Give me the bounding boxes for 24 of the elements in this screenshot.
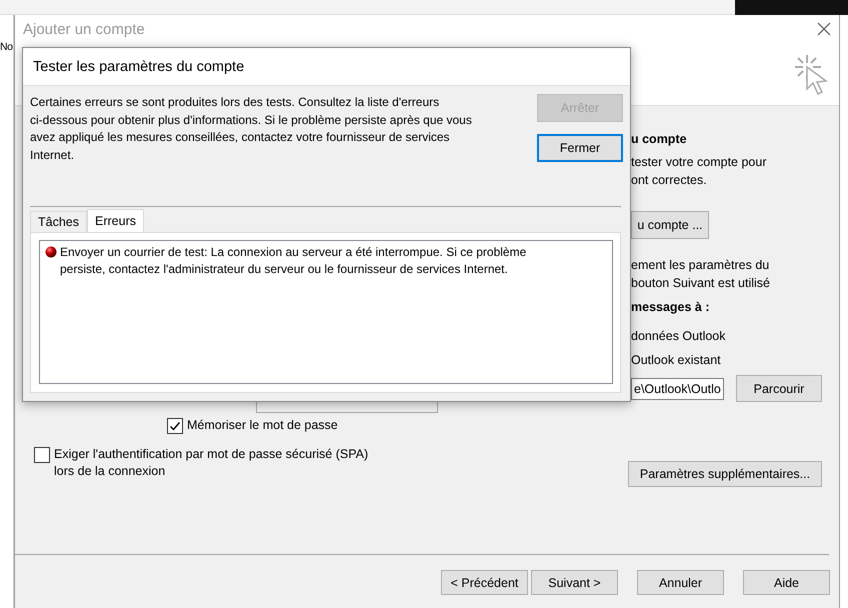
more-settings-button[interactable]: Paramètres supplémentaires...	[628, 461, 822, 487]
deliver-heading: messages à :	[631, 299, 711, 316]
browse-button[interactable]: Parcourir	[736, 375, 822, 402]
dialog-title: Tester les paramètres du compte	[23, 48, 630, 86]
checkbox-label: Exiger l'authentification par mot de passe sécurisé (SPA) lors de la connexion	[54, 446, 368, 480]
dialog-button[interactable]: Fermer	[537, 134, 623, 162]
option-label: données Outlook	[631, 328, 727, 345]
intro-text: tester votre compte pour ont correctes.	[631, 154, 768, 189]
option-label: Outlook existant	[631, 352, 722, 369]
message-text: Certaines erreurs se sont produites lors des tests. Consultez la liste d'erreurs ci-dessous pour obtenir plus d'informations. Si le problème persiste après que vous avez appliqué les mesures conseillées, contactez votre fournisseur de services Internet.	[30, 94, 472, 164]
tab[interactable]: Erreurs	[87, 209, 144, 232]
tab[interactable]: Tâches	[30, 211, 87, 232]
section-heading: u compte	[631, 131, 688, 148]
menu-text: No	[0, 41, 12, 53]
footer-button[interactable]: < Précédent	[441, 570, 528, 595]
checkbox-label: Mémoriser le mot de passe	[187, 417, 338, 434]
footer-button[interactable]: Suivant >	[531, 570, 618, 595]
window-title: Ajouter un compte	[23, 20, 145, 38]
footer-button[interactable]: Annuler	[637, 570, 724, 595]
error-text: Envoyer un courrier de test: La connexion au serveur a été interrompue. Si ce problème persiste, contactez l'administrateur du serveur ou le fournisseur de services Internet.	[60, 244, 526, 278]
test-account-button[interactable]: u compte ...	[631, 211, 709, 239]
note-text: ement les paramètres du bouton Suivant est utilisé	[631, 257, 771, 292]
footer-button[interactable]: Aide	[743, 570, 830, 595]
path-field[interactable]: e\Outlook\Outlo	[631, 378, 724, 400]
